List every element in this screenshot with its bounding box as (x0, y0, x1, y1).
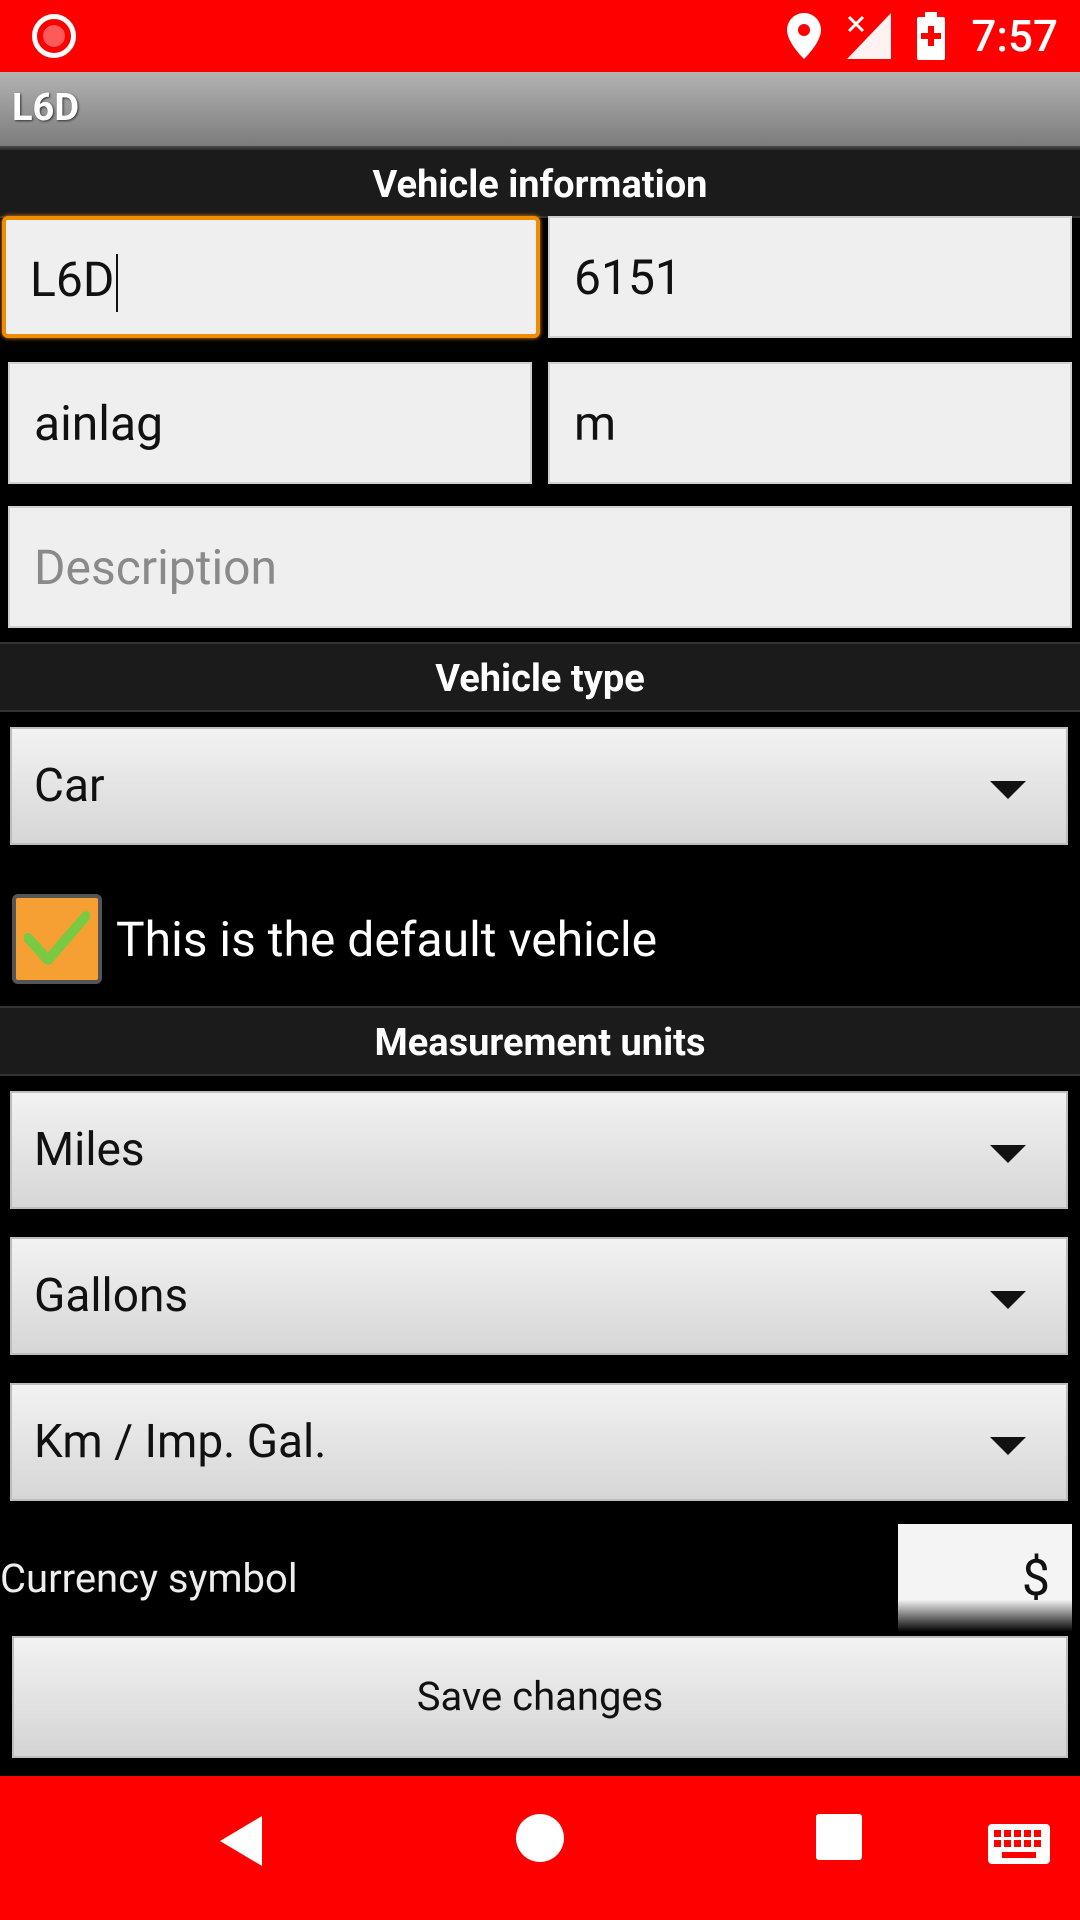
vehicle-model-value: m (574, 395, 617, 452)
checkmark-icon (24, 911, 90, 965)
recent-apps-icon[interactable] (816, 1814, 862, 1864)
currency-symbol-label: Currency symbol (0, 1555, 298, 1602)
vehicle-model-field[interactable]: m (548, 362, 1072, 484)
app-title: L6D (12, 86, 80, 130)
keyboard-icon[interactable] (988, 1824, 1050, 1868)
distance-unit-value: Miles (34, 1123, 145, 1177)
consumption-unit-value: Km / Imp. Gal. (34, 1415, 327, 1469)
vehicle-number-value: 6151 (574, 249, 682, 306)
default-vehicle-row[interactable]: This is the default vehicle (12, 893, 657, 985)
status-time: 7:57 (971, 10, 1058, 62)
volume-unit-value: Gallons (34, 1269, 189, 1323)
status-icons: 7:57 (787, 10, 1058, 62)
distance-unit-dropdown[interactable]: Miles (10, 1091, 1068, 1209)
currency-symbol-value: $ (1021, 1550, 1050, 1608)
measurement-units-header: Measurement units (0, 1006, 1080, 1076)
dropdown-arrow-icon (990, 1437, 1026, 1455)
description-field[interactable]: Description (8, 506, 1072, 628)
consumption-unit-dropdown[interactable]: Km / Imp. Gal. (10, 1383, 1068, 1501)
vehicle-type-header: Vehicle type (0, 642, 1080, 712)
navigation-bar (0, 1776, 1080, 1920)
vehicle-name-value: L6D (30, 251, 115, 308)
signal-icon (847, 13, 892, 59)
vehicle-information-header: Vehicle information (0, 148, 1080, 218)
description-placeholder: Description (34, 539, 277, 596)
battery-icon (917, 12, 946, 60)
default-vehicle-label: This is the default vehicle (116, 910, 658, 968)
app-bar: L6D (0, 72, 1080, 148)
vehicle-make-field[interactable]: ainlag (8, 362, 532, 484)
default-vehicle-checkbox[interactable] (12, 894, 102, 984)
vehicle-name-field[interactable]: L6D (2, 216, 540, 338)
dropdown-arrow-icon (990, 781, 1026, 799)
vehicle-type-value: Car (34, 759, 105, 813)
vehicle-type-dropdown[interactable]: Car (10, 727, 1068, 845)
save-changes-button[interactable]: Save changes (12, 1636, 1068, 1758)
location-icon (787, 13, 822, 59)
record-icon (32, 14, 76, 58)
currency-symbol-field[interactable]: $ (898, 1524, 1072, 1632)
back-icon[interactable] (216, 1814, 264, 1872)
home-icon[interactable] (516, 1814, 564, 1866)
vehicle-number-field[interactable]: 6151 (548, 216, 1072, 338)
volume-unit-dropdown[interactable]: Gallons (10, 1237, 1068, 1355)
dropdown-arrow-icon (990, 1291, 1026, 1309)
text-caret (116, 254, 119, 313)
vehicle-make-value: ainlag (34, 395, 164, 452)
status-bar: 7:57 (0, 0, 1080, 72)
dropdown-arrow-icon (990, 1145, 1026, 1163)
